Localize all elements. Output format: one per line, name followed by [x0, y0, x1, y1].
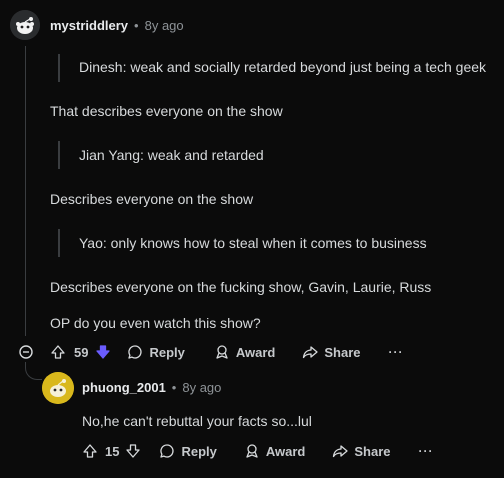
reply-avatar[interactable]	[42, 372, 74, 404]
speech-bubble-icon	[127, 344, 143, 360]
award-label: Award	[265, 443, 306, 459]
vote-count: 15	[105, 443, 120, 459]
reply-button[interactable]: Reply	[159, 443, 217, 459]
reply-header: phuong_2001 • 8y ago	[82, 380, 221, 395]
reply-button[interactable]: Reply	[127, 344, 185, 360]
more-options-button[interactable]: ···	[389, 345, 404, 359]
quote-bar	[58, 141, 60, 169]
quote-text: Yao: only knows how to steal when it com…	[79, 235, 427, 251]
reply-connector	[25, 362, 42, 380]
share-button[interactable]: Share	[332, 443, 391, 459]
quote-text: Dinesh: weak and socially retarded beyon…	[79, 59, 487, 75]
more-options-button[interactable]: ···	[419, 444, 434, 458]
upvote-icon[interactable]	[82, 443, 98, 459]
comment-action-bar: 59 Reply Award Share ···	[50, 343, 404, 361]
quote-bar	[58, 54, 60, 82]
reply-author[interactable]: phuong_2001	[82, 380, 166, 395]
award-label: Award	[235, 344, 276, 360]
share-label: Share	[354, 443, 391, 459]
award-icon	[214, 344, 230, 360]
comment-paragraph: OP do you even watch this show?	[50, 315, 261, 331]
snoo-avatar-icon	[10, 10, 40, 40]
snoo-avatar-icon	[42, 372, 74, 404]
reply-label: Reply	[149, 344, 185, 360]
comment-author[interactable]: mystriddlery	[50, 18, 128, 33]
comment-paragraph: Describes everyone on the fucking show, …	[50, 279, 432, 295]
comment-paragraph: Describes everyone on the show	[50, 191, 254, 207]
reply-text: No,he can't rebuttal your facts so...lul	[82, 413, 312, 429]
comment-header: mystriddlery • 8y ago	[50, 18, 184, 33]
thread-line[interactable]	[25, 46, 26, 336]
speech-bubble-icon	[159, 443, 175, 459]
minus-circle-icon	[19, 345, 33, 359]
meta-separator: •	[134, 18, 139, 33]
collapse-thread-button[interactable]	[19, 345, 33, 359]
share-icon	[332, 443, 349, 459]
avatar[interactable]	[10, 10, 40, 40]
share-button[interactable]: Share	[302, 344, 361, 360]
downvote-icon[interactable]	[125, 443, 141, 459]
downvote-icon[interactable]	[95, 344, 111, 360]
reply-age[interactable]: 8y ago	[182, 380, 221, 395]
share-icon	[302, 344, 319, 360]
comment-paragraph: That describes everyone on the show	[50, 103, 283, 119]
vote-count: 59	[74, 344, 89, 360]
share-label: Share	[324, 344, 361, 360]
quote-bar	[58, 229, 60, 257]
reply-action-bar: 15 Reply Award Share ···	[82, 442, 434, 460]
award-button[interactable]: Award	[244, 443, 306, 459]
comment-age[interactable]: 8y ago	[145, 18, 184, 33]
upvote-icon[interactable]	[50, 344, 66, 360]
reply-label: Reply	[181, 443, 217, 459]
meta-separator: •	[171, 380, 177, 395]
quote-text: Jian Yang: weak and retarded	[79, 147, 264, 163]
award-icon	[244, 443, 260, 459]
award-button[interactable]: Award	[214, 344, 276, 360]
